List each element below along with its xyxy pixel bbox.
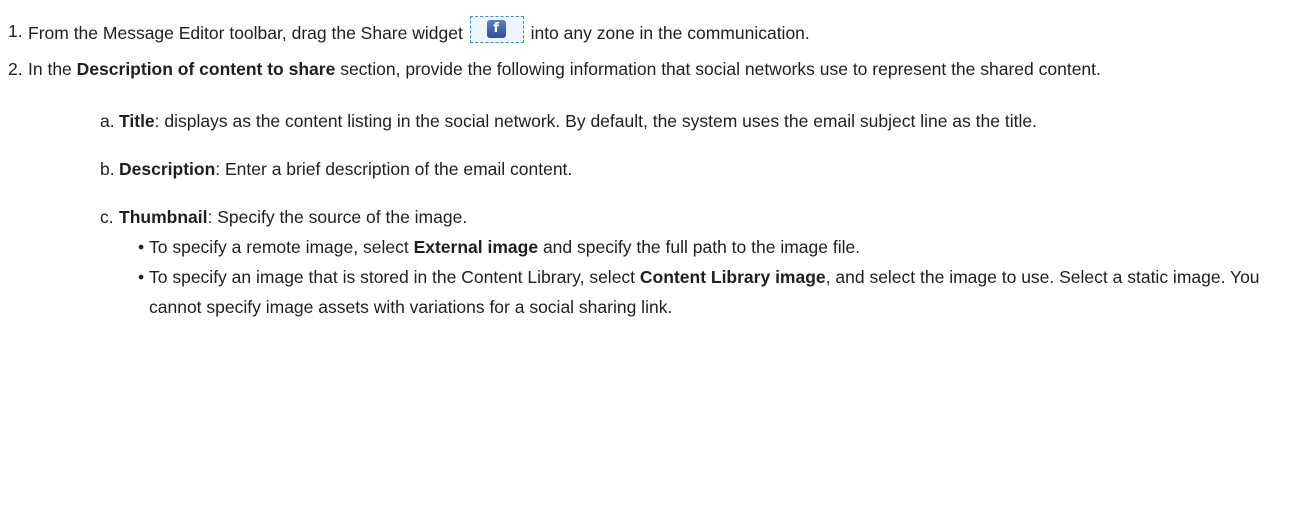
bullet-external-image: • To specify a remote image, select Exte… (119, 232, 1297, 262)
field-name: Title (119, 111, 155, 131)
bullet-marker: • (138, 267, 145, 287)
substep-list: a. Title: displays as the content listin… (28, 106, 1297, 322)
facebook-icon: f (486, 20, 506, 38)
field-description: : displays as the content listing in the… (154, 111, 1037, 131)
substep-thumbnail: c. Thumbnail: Specify the source of the … (8, 202, 1297, 322)
share-widget-icon: f (469, 16, 524, 43)
bullet-text: To specify an image that is stored in th… (149, 267, 636, 287)
document-body: 1. From the Message Editor toolbar, drag… (0, 0, 1297, 322)
substep-letter: b. (100, 159, 115, 179)
option-name: Content Library image (639, 267, 826, 287)
substep-title: a. Title: displays as the content listin… (8, 106, 1297, 136)
step-text: section, provide the following informati… (340, 59, 1101, 79)
thumbnail-options: • To specify a remote image, select Exte… (119, 232, 1297, 322)
substep-description: b. Description: Enter a brief descriptio… (8, 154, 1297, 184)
field-description: : Enter a brief description of the email… (215, 159, 573, 179)
step-number: 2. (8, 59, 23, 79)
bullet-marker: • (138, 237, 145, 257)
bullet-text: and specify the full path to the image f… (542, 237, 861, 257)
step-1: 1. From the Message Editor toolbar, drag… (8, 16, 1297, 48)
step-text: From the Message Editor toolbar, drag th… (28, 23, 463, 43)
option-name: External image (413, 237, 539, 257)
bullet-text: To specify a remote image, select (149, 237, 409, 257)
step-list: 1. From the Message Editor toolbar, drag… (8, 16, 1297, 322)
section-name: Description of content to share (76, 59, 336, 79)
substep-letter: c. (100, 207, 114, 227)
step-number: 1. (8, 21, 23, 41)
bullet-content-library-image: • To specify an image that is stored in … (119, 262, 1297, 322)
field-name: Description (119, 159, 216, 179)
step-2: 2. In the Description of content to shar… (8, 54, 1297, 322)
step-text: into any zone in the communication. (530, 23, 810, 43)
substep-letter: a. (100, 111, 115, 131)
field-name: Thumbnail (119, 207, 208, 227)
field-description: : Specify the source of the image. (207, 207, 468, 227)
step-text: In the (28, 59, 72, 79)
